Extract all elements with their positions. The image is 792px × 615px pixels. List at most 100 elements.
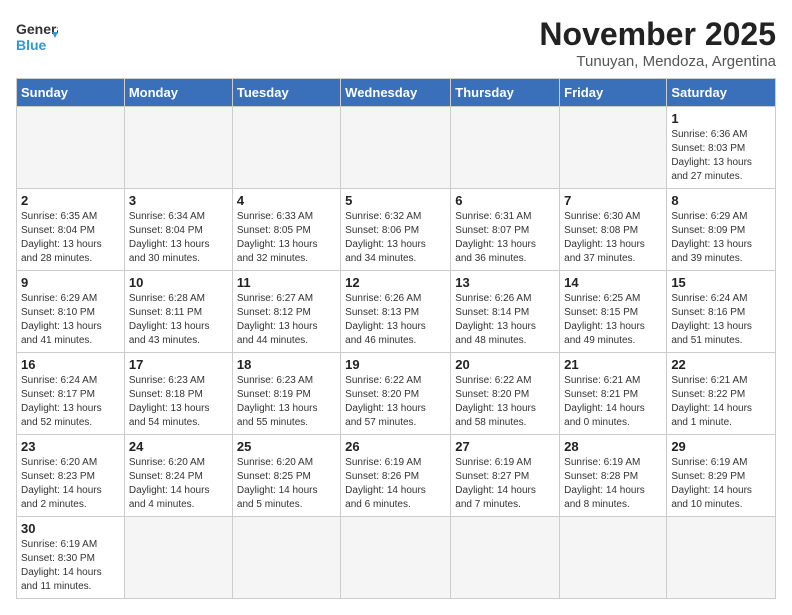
day-info: Sunrise: 6:34 AM Sunset: 8:04 PM Dayligh… xyxy=(129,210,228,266)
day-number: 12 xyxy=(345,275,446,290)
day-number: 17 xyxy=(129,357,228,372)
calendar-cell xyxy=(560,107,667,189)
calendar-week-row: 16Sunrise: 6:24 AM Sunset: 8:17 PM Dayli… xyxy=(17,353,776,435)
day-info: Sunrise: 6:20 AM Sunset: 8:23 PM Dayligh… xyxy=(21,456,120,512)
calendar-cell: 20 Sunrise: 6:22 AM Sunset: 8:20 PM Dayli… xyxy=(451,353,560,435)
day-number: 9 xyxy=(21,275,120,290)
day-number: 2 xyxy=(21,193,120,208)
day-info: Sunrise: 6:19 AM Sunset: 8:26 PM Dayligh… xyxy=(345,456,446,512)
weekday-header: Friday xyxy=(560,79,667,107)
calendar-cell: 12 Sunrise: 6:26 AM Sunset: 8:13 PM Dayli… xyxy=(341,271,451,353)
day-number: 21 xyxy=(564,357,662,372)
day-number: 25 xyxy=(237,439,336,454)
day-info: Sunrise: 6:20 AM Sunset: 8:24 PM Dayligh… xyxy=(129,456,228,512)
calendar-cell xyxy=(232,107,340,189)
day-info: Sunrise: 6:28 AM Sunset: 8:11 PM Dayligh… xyxy=(129,292,228,348)
calendar-week-row: 1Sunrise: 6:36 AM Sunset: 8:03 PM Daylig… xyxy=(17,107,776,189)
calendar-cell: 29 Sunrise: 6:19 AM Sunset: 8:29 PM Dayli… xyxy=(667,435,776,517)
calendar-cell: 24 Sunrise: 6:20 AM Sunset: 8:24 PM Dayli… xyxy=(124,435,232,517)
calendar-table: SundayMondayTuesdayWednesdayThursdayFrid… xyxy=(16,78,776,599)
day-info: Sunrise: 6:29 AM Sunset: 8:10 PM Dayligh… xyxy=(21,292,120,348)
weekday-header: Sunday xyxy=(17,79,125,107)
calendar-cell: 14Sunrise: 6:25 AM Sunset: 8:15 PM Dayli… xyxy=(560,271,667,353)
weekday-header: Saturday xyxy=(667,79,776,107)
calendar-cell xyxy=(232,517,340,599)
calendar-cell xyxy=(667,517,776,599)
calendar-cell: 19 Sunrise: 6:22 AM Sunset: 8:20 PM Dayli… xyxy=(341,353,451,435)
calendar-cell: 28Sunrise: 6:19 AM Sunset: 8:28 PM Dayli… xyxy=(560,435,667,517)
title-area: November 2025 Tunuyan, Mendoza, Argentin… xyxy=(539,16,776,70)
calendar-cell: 8 Sunrise: 6:29 AM Sunset: 8:09 PM Daylig… xyxy=(667,189,776,271)
day-number: 6 xyxy=(455,193,555,208)
day-info: Sunrise: 6:33 AM Sunset: 8:05 PM Dayligh… xyxy=(237,210,336,266)
logo-icon: General Blue xyxy=(16,16,58,58)
calendar-cell xyxy=(17,107,125,189)
day-number: 20 xyxy=(455,357,555,372)
calendar-cell: 1Sunrise: 6:36 AM Sunset: 8:03 PM Daylig… xyxy=(667,107,776,189)
day-number: 22 xyxy=(671,357,771,372)
calendar-cell: 27 Sunrise: 6:19 AM Sunset: 8:27 PM Dayli… xyxy=(451,435,560,517)
day-number: 24 xyxy=(129,439,228,454)
calendar-cell: 10 Sunrise: 6:28 AM Sunset: 8:11 PM Dayli… xyxy=(124,271,232,353)
day-number: 11 xyxy=(237,275,336,290)
day-number: 19 xyxy=(345,357,446,372)
calendar-week-row: 2Sunrise: 6:35 AM Sunset: 8:04 PM Daylig… xyxy=(17,189,776,271)
day-info: Sunrise: 6:19 AM Sunset: 8:27 PM Dayligh… xyxy=(455,456,555,512)
day-info: Sunrise: 6:25 AM Sunset: 8:15 PM Dayligh… xyxy=(564,292,662,348)
calendar-cell: 6Sunrise: 6:31 AM Sunset: 8:07 PM Daylig… xyxy=(451,189,560,271)
calendar-cell: 25 Sunrise: 6:20 AM Sunset: 8:25 PM Dayli… xyxy=(232,435,340,517)
day-number: 7 xyxy=(564,193,662,208)
weekday-header: Thursday xyxy=(451,79,560,107)
day-info: Sunrise: 6:26 AM Sunset: 8:14 PM Dayligh… xyxy=(455,292,555,348)
day-info: Sunrise: 6:21 AM Sunset: 8:22 PM Dayligh… xyxy=(671,374,771,430)
day-number: 26 xyxy=(345,439,446,454)
day-number: 27 xyxy=(455,439,555,454)
day-number: 18 xyxy=(237,357,336,372)
calendar-cell xyxy=(124,107,232,189)
calendar-cell: 5 Sunrise: 6:32 AM Sunset: 8:06 PM Daylig… xyxy=(341,189,451,271)
day-number: 23 xyxy=(21,439,120,454)
day-number: 16 xyxy=(21,357,120,372)
day-info: Sunrise: 6:29 AM Sunset: 8:09 PM Dayligh… xyxy=(671,210,771,266)
calendar-cell xyxy=(341,107,451,189)
day-info: Sunrise: 6:27 AM Sunset: 8:12 PM Dayligh… xyxy=(237,292,336,348)
calendar-cell: 13Sunrise: 6:26 AM Sunset: 8:14 PM Dayli… xyxy=(451,271,560,353)
day-number: 28 xyxy=(564,439,662,454)
calendar-cell: 7Sunrise: 6:30 AM Sunset: 8:08 PM Daylig… xyxy=(560,189,667,271)
day-number: 10 xyxy=(129,275,228,290)
calendar-cell: 26 Sunrise: 6:19 AM Sunset: 8:26 PM Dayli… xyxy=(341,435,451,517)
day-info: Sunrise: 6:22 AM Sunset: 8:20 PM Dayligh… xyxy=(345,374,446,430)
page-header: General Blue November 2025 Tunuyan, Mend… xyxy=(16,16,776,70)
calendar-cell: 2Sunrise: 6:35 AM Sunset: 8:04 PM Daylig… xyxy=(17,189,125,271)
day-info: Sunrise: 6:19 AM Sunset: 8:29 PM Dayligh… xyxy=(671,456,771,512)
day-number: 5 xyxy=(345,193,446,208)
day-number: 4 xyxy=(237,193,336,208)
calendar-cell xyxy=(451,107,560,189)
day-number: 8 xyxy=(671,193,771,208)
day-info: Sunrise: 6:26 AM Sunset: 8:13 PM Dayligh… xyxy=(345,292,446,348)
day-info: Sunrise: 6:36 AM Sunset: 8:03 PM Dayligh… xyxy=(671,128,771,184)
weekday-header: Wednesday xyxy=(341,79,451,107)
month-title: November 2025 xyxy=(539,16,776,53)
calendar-cell xyxy=(451,517,560,599)
day-info: Sunrise: 6:32 AM Sunset: 8:06 PM Dayligh… xyxy=(345,210,446,266)
calendar-week-row: 30Sunrise: 6:19 AM Sunset: 8:30 PM Dayli… xyxy=(17,517,776,599)
calendar-cell xyxy=(124,517,232,599)
svg-text:Blue: Blue xyxy=(16,37,47,53)
calendar-cell: 4 Sunrise: 6:33 AM Sunset: 8:05 PM Daylig… xyxy=(232,189,340,271)
calendar-week-row: 23 Sunrise: 6:20 AM Sunset: 8:23 PM Dayli… xyxy=(17,435,776,517)
calendar-cell xyxy=(341,517,451,599)
logo: General Blue xyxy=(16,16,58,58)
weekday-header: Monday xyxy=(124,79,232,107)
day-number: 30 xyxy=(21,521,120,536)
day-number: 29 xyxy=(671,439,771,454)
calendar-cell: 11 Sunrise: 6:27 AM Sunset: 8:12 PM Dayli… xyxy=(232,271,340,353)
day-number: 3 xyxy=(129,193,228,208)
day-number: 15 xyxy=(671,275,771,290)
day-info: Sunrise: 6:20 AM Sunset: 8:25 PM Dayligh… xyxy=(237,456,336,512)
day-info: Sunrise: 6:22 AM Sunset: 8:20 PM Dayligh… xyxy=(455,374,555,430)
calendar-cell: 30Sunrise: 6:19 AM Sunset: 8:30 PM Dayli… xyxy=(17,517,125,599)
day-info: Sunrise: 6:23 AM Sunset: 8:18 PM Dayligh… xyxy=(129,374,228,430)
calendar-cell: 18Sunrise: 6:23 AM Sunset: 8:19 PM Dayli… xyxy=(232,353,340,435)
calendar-cell: 15Sunrise: 6:24 AM Sunset: 8:16 PM Dayli… xyxy=(667,271,776,353)
